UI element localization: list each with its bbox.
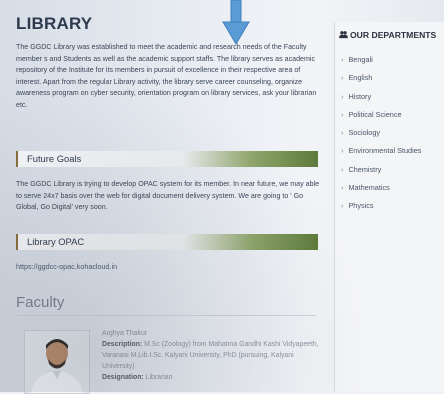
departments-title-text: OUR DEPARTMENTS xyxy=(350,30,437,40)
department-label: English xyxy=(348,73,373,83)
department-label: Environmental Studies xyxy=(348,146,422,156)
chevron-right-icon: › xyxy=(341,183,344,193)
main-content: LIBRARY The GGDC Library was established… xyxy=(12,8,328,394)
down-arrow-icon xyxy=(222,0,250,45)
faculty-designation: Designation: Librarian xyxy=(102,372,324,383)
faculty-photo xyxy=(24,330,90,394)
chevron-right-icon: › xyxy=(341,201,344,211)
department-list: › Bengali › English › History › Political Sc… xyxy=(341,55,421,220)
description-label: Description: xyxy=(102,341,143,348)
department-item-political-science[interactable]: › Political Science xyxy=(341,110,421,128)
opac-link[interactable]: https://ggdcc-opac.kohacloud.in xyxy=(16,262,117,271)
library-opac-heading: Library OPAC xyxy=(27,236,85,247)
designation-label: Designation: xyxy=(102,374,144,381)
faculty-details: Arghya Thakur Description: M.Sc (Zoology… xyxy=(102,328,324,383)
chevron-right-icon: › xyxy=(341,55,344,64)
department-label: Sociology xyxy=(348,128,381,138)
library-opac-heading-bar: Library OPAC xyxy=(16,234,318,250)
future-goals-heading: Future Goals xyxy=(27,153,82,164)
future-goals-text: The GGDC Library is trying to develop OP… xyxy=(16,180,320,211)
departments-sidebar: OUR DEPARTMENTS › Bengali › English › Histo… xyxy=(334,22,444,392)
faculty-portrait-icon xyxy=(25,331,89,393)
department-item-chemistry[interactable]: › Chemistry xyxy=(341,165,421,183)
faculty-description: Description: M.Sc (Zoology) from Mahatma… xyxy=(102,339,324,372)
chevron-right-icon: › xyxy=(341,91,344,101)
chevron-right-icon: › xyxy=(341,109,344,119)
future-goals-heading-bar: Future Goals xyxy=(16,151,318,167)
department-item-mathematics[interactable]: › Mathematics xyxy=(341,183,421,201)
department-label: Political Science xyxy=(348,109,402,119)
department-item-sociology[interactable]: › Sociology xyxy=(341,128,421,146)
department-label: Bengali xyxy=(348,55,373,64)
page-title: LIBRARY xyxy=(16,14,93,33)
department-label: History xyxy=(348,91,372,101)
department-label: Mathematics xyxy=(348,183,390,193)
department-item-environmental-studies[interactable]: › Environmental Studies xyxy=(341,146,421,164)
department-item-physics[interactable]: › Physics xyxy=(341,201,421,219)
department-item-history[interactable]: › History xyxy=(341,92,421,110)
department-item-bengali[interactable]: › Bengali xyxy=(341,55,421,73)
users-icon xyxy=(339,31,348,39)
faculty-heading: Faculty xyxy=(16,294,65,311)
library-intro-text: The GGDC Library was established to meet… xyxy=(16,43,317,109)
chevron-right-icon: › xyxy=(341,73,344,83)
faculty-divider xyxy=(16,315,316,316)
designation-value: Librarian xyxy=(145,374,173,381)
library-page: LIBRARY The GGDC Library was established… xyxy=(0,0,444,394)
departments-title: OUR DEPARTMENTS xyxy=(339,30,436,40)
department-label: Physics xyxy=(348,201,374,211)
chevron-right-icon: › xyxy=(341,146,344,156)
department-label: Chemistry xyxy=(348,164,382,174)
department-item-english[interactable]: › English xyxy=(341,73,421,91)
chevron-right-icon: › xyxy=(341,128,344,138)
chevron-right-icon: › xyxy=(341,164,344,174)
faculty-name: Arghya Thakur xyxy=(102,330,148,337)
